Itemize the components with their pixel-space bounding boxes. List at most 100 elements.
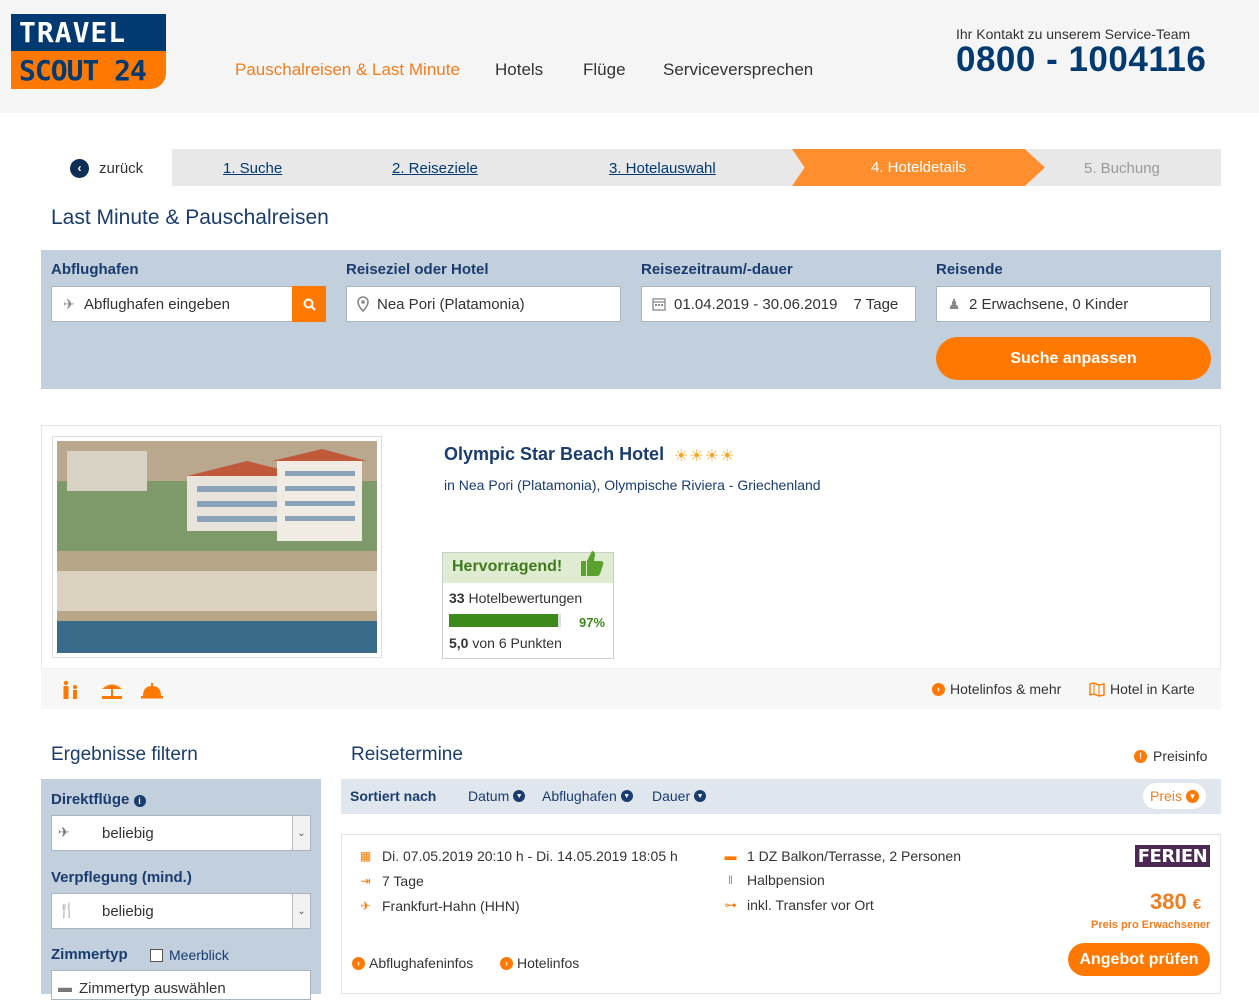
departure-input[interactable]: ✈ Abflughafen eingeben — [51, 286, 293, 322]
hotelinfos-link-label: Hotelinfos & mehr — [950, 681, 1062, 697]
offer-airport-text: Frankfurt-Hahn (HHN) — [382, 898, 520, 914]
chevron-down-icon: ▼ — [513, 790, 526, 802]
destination-input[interactable]: Nea Pori (Platamonia) — [346, 286, 621, 322]
rating-title: Hervorragend! — [452, 558, 563, 575]
sort-abflughafen[interactable]: Abflughafen ▼ — [542, 788, 633, 804]
review-count: 33 — [449, 590, 465, 606]
beach-icon — [102, 684, 122, 699]
bed-icon: ▬ — [58, 979, 72, 995]
filter-title: Ergebnisse filtern — [51, 744, 198, 765]
family-icon — [63, 680, 77, 699]
sort-dauer-label: Dauer — [652, 788, 691, 804]
airport-info-link[interactable]: › Abflughafeninfos — [352, 955, 473, 971]
logo-line2: SCOUT 24 — [11, 51, 166, 89]
nav-serviceversprechen[interactable]: Serviceversprechen — [663, 60, 813, 80]
offer-board-text: Halbpension — [747, 872, 825, 888]
sort-datum-label: Datum — [468, 788, 510, 804]
priceinfo-label: Preisinfo — [1153, 748, 1208, 764]
plane-icon: ✈ — [360, 899, 371, 913]
direct-flights-text: Direktflüge — [51, 791, 130, 808]
hotel-photo[interactable] — [52, 436, 382, 658]
offer-duration: ⇥ 7 Tage — [359, 873, 423, 889]
bed-icon: ▬ — [724, 849, 737, 863]
info-icon[interactable]: i — [133, 795, 146, 807]
destination-value: Nea Pori (Platamonia) — [377, 295, 525, 313]
chevron-down-icon: ▼ — [694, 790, 707, 802]
nav-fluege[interactable]: Flüge — [583, 60, 626, 80]
travelers-value: 2 Erwachsene, 0 Kinder — [969, 295, 1129, 313]
room-type-label: Zimmertyp — [51, 946, 128, 963]
offer-price-note: Preis pro Erwachsener — [1091, 919, 1211, 931]
map-icon — [1089, 682, 1105, 697]
sort-preis-label: Preis — [1150, 788, 1182, 804]
search-submit-button[interactable]: Suche anpassen — [936, 337, 1211, 380]
chevron-down-icon: ⌄ — [292, 894, 310, 928]
sort-datum[interactable]: Datum ▼ — [468, 788, 526, 804]
hotel-info-link[interactable]: › Hotelinfos — [500, 955, 579, 971]
step-reiseziele[interactable]: 2. Reiseziele — [392, 160, 478, 177]
service-bell-icon — [141, 683, 163, 699]
departure-search-button[interactable] — [292, 286, 326, 322]
offer-price: 380 € — [1150, 889, 1201, 915]
check-offer-button[interactable]: Angebot prüfen — [1068, 943, 1210, 976]
rating-header: Hervorragend! — [443, 551, 613, 583]
nav-hotels[interactable]: Hotels — [495, 60, 543, 80]
hotelinfos-link[interactable]: › Hotelinfos & mehr — [932, 681, 1061, 697]
offer-room-text: 1 DZ Balkon/Terrasse, 2 Personen — [747, 848, 961, 864]
sort-abflughafen-label: Abflughafen — [542, 788, 617, 804]
offer-transfer-text: inkl. Transfer vor Ort — [747, 897, 874, 913]
sort-dauer[interactable]: Dauer ▼ — [652, 788, 707, 804]
room-type-select[interactable]: ▬ Zimmertyp auswählen — [51, 970, 311, 1000]
period-input[interactable]: 01.04.2019 - 30.06.2019 7 Tage — [641, 286, 916, 322]
chevron-down-icon: ▼ — [1185, 789, 1199, 803]
step-hoteldetails-label: 4. Hoteldetails — [870, 159, 967, 176]
hotel-stars: ☀☀☀☀ — [674, 448, 736, 465]
back-label: zurück — [99, 159, 144, 177]
recommend-bar-fill — [449, 614, 558, 627]
seaview-label: Meerblick — [169, 947, 229, 963]
direct-flights-label: Direktflüge i — [51, 791, 146, 808]
direct-flights-value: beliebig — [102, 825, 154, 842]
rating-box[interactable]: Hervorragend! 33 Hotelbewertungen 97% 5,… — [442, 551, 614, 659]
airport-info-label: Abflughafeninfos — [369, 955, 474, 971]
location-pin-icon — [357, 296, 369, 312]
chevron-right-icon: › — [352, 956, 365, 970]
direct-flights-select[interactable]: ✈ beliebig ⌄ — [51, 815, 311, 851]
hotel-name[interactable]: Olympic Star Beach Hotel — [444, 444, 664, 465]
offer-room: ▬ 1 DZ Balkon/Terrasse, 2 Personen — [724, 848, 962, 864]
results-title: Reisetermine — [351, 744, 463, 765]
score-label: von 6 Punkten — [472, 635, 562, 651]
step-suche[interactable]: 1. Suche — [223, 160, 282, 177]
cutlery-icon: 🍴 — [58, 902, 76, 918]
hotel-photo-image — [57, 441, 377, 653]
score-line: 5,0 von 6 Punkten — [449, 635, 562, 651]
cutlery-icon: ǁ — [728, 873, 733, 887]
nav-pauschalreisen[interactable]: Pauschalreisen & Last Minute — [235, 60, 460, 80]
offer-currency: € — [1192, 896, 1202, 913]
offer-price-value: 380 — [1150, 889, 1187, 914]
logo-line1: TRAVEL — [11, 14, 166, 51]
contact-phone[interactable]: 0800 - 1004116 — [956, 40, 1206, 80]
seaview-checkbox[interactable] — [150, 949, 163, 962]
step-hotelauswahl[interactable]: 3. Hotelauswahl — [609, 160, 716, 177]
duration-value: 7 Tage — [853, 295, 899, 313]
period-label: Reisezeitraum/-dauer — [641, 261, 793, 278]
sort-label: Sortiert nach — [350, 788, 437, 804]
priceinfo-link[interactable]: ! Preisinfo — [1134, 748, 1207, 764]
sort-preis[interactable]: Preis ▼ — [1143, 783, 1206, 809]
hotel-map-link[interactable]: Hotel in Karte — [1089, 681, 1195, 697]
travelscout24-logo[interactable]: TRAVEL SCOUT 24 — [11, 14, 166, 89]
board-select[interactable]: 🍴 beliebig ⌄ — [51, 893, 311, 929]
page-title: Last Minute & Pauschalreisen — [51, 206, 329, 229]
tour-operator-text: FERIEN — [1137, 845, 1208, 867]
tour-operator-logo: FERIEN — [1135, 845, 1210, 867]
person-icon: ♟ — [947, 295, 961, 312]
chevron-down-icon: ⌄ — [292, 816, 310, 850]
back-button[interactable]: ‹ zurück — [70, 157, 143, 179]
travelers-input[interactable]: ♟ 2 Erwachsene, 0 Kinder — [936, 286, 1211, 322]
chevron-down-icon: ▼ — [620, 790, 633, 802]
chevron-left-icon: ‹ — [70, 158, 89, 178]
calendar-icon: ▦ — [359, 849, 372, 863]
hotel-info-label: Hotelinfos — [517, 955, 580, 971]
room-type-placeholder: Zimmertyp auswählen — [79, 980, 226, 997]
